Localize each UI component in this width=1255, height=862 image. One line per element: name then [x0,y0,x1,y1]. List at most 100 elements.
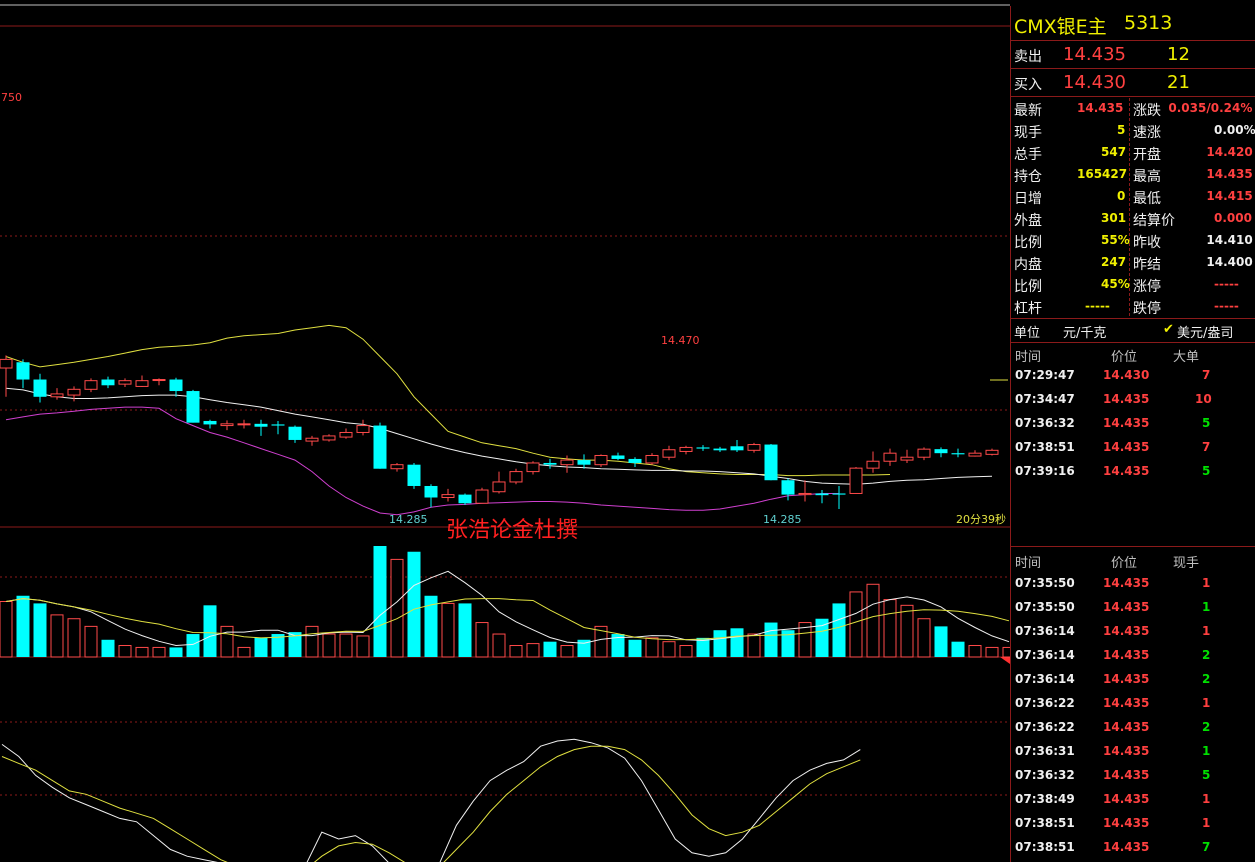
order-price: 14.435 [1103,440,1150,454]
tick-volume: 5 [1202,768,1211,782]
candle-body [152,379,166,382]
volume-bar [322,633,336,658]
candle-body [492,481,506,493]
stat-label: 最新 [1014,103,1042,119]
chart-area[interactable]: 750 14.470 14.285 14.285 20分39秒 张浩论金杜撰 [0,0,1010,862]
volume-bar [645,637,659,658]
order-volume: 7 [1202,368,1211,382]
low-price-label: 14.285 [389,513,428,526]
column-header: 时间 [1015,556,1042,571]
unit-label: 单位 [1014,326,1041,341]
candle-body [33,379,47,397]
stat-value: 0.000 [1214,211,1252,225]
stat-label: 涨跌 [1133,103,1161,119]
candle-body [237,423,251,426]
candle-body [16,362,30,380]
candle-body [118,380,132,385]
stat-value: 165427 [1077,167,1128,181]
volume-bar [764,622,778,657]
sell-row: 卖出 14.435 12 [1011,42,1255,68]
stat-label: 内盘 [1014,257,1042,273]
candle-body [628,458,642,463]
candle-body [849,467,863,494]
candle-body [271,424,285,426]
candle-body [186,391,200,423]
candle-body [254,423,268,427]
volume-bar [33,603,47,657]
candle-body [458,494,472,504]
candle-body [713,448,727,451]
tick-price: 14.435 [1103,672,1150,686]
volume-bar [220,625,234,658]
candle-body [67,388,81,396]
candle-body [50,393,64,398]
candle-body [373,425,387,469]
tick-time: 07:38:51 [1015,816,1075,830]
volume-bar [900,604,914,658]
stat-value: 14.415 [1206,189,1253,203]
candle-body [407,464,421,486]
candle-body [662,449,676,458]
tick-volume: 1 [1202,600,1211,614]
candle-body [203,420,217,425]
volume-bar [662,641,676,658]
buy-label: 买入 [1014,77,1042,93]
low-price-label: 14.285 [763,513,802,526]
volume-bar [951,641,965,657]
tick-time: 07:36:22 [1015,720,1075,734]
candle-body [594,454,608,466]
buy-row: 买入 14.430 21 [1011,70,1255,96]
tick-time: 07:36:32 [1015,768,1075,782]
volume-bar [186,634,200,657]
volume-bar [1002,646,1010,658]
volume-bar [441,602,455,658]
tick-volume: 2 [1202,648,1211,662]
stat-value: 247 [1101,255,1127,269]
order-price: 14.435 [1103,464,1150,478]
candle-body [475,489,489,504]
volume-bar [730,628,744,657]
volume-bar [917,618,931,658]
order-volume: 10 [1195,392,1212,406]
candle-body [645,454,659,464]
tick-time: 07:36:22 [1015,696,1075,710]
candle-body [679,446,693,452]
mid-band-line [5,387,993,485]
tick-time: 07:38:51 [1015,840,1075,854]
stat-value: 547 [1101,145,1127,159]
volume-bar [169,647,183,657]
stat-value: 14.410 [1206,233,1253,247]
tick-time: 07:35:50 [1015,576,1075,590]
tick-volume: 2 [1202,720,1211,734]
candle-body [441,494,455,498]
countdown-label: 20分39秒 [956,512,1006,526]
stat-label: 昨收 [1133,235,1161,251]
unit-option[interactable]: 美元/盎司 [1177,322,1233,341]
order-volume: 5 [1202,416,1211,430]
volume-bar [713,630,727,657]
tick-time: 07:36:14 [1015,648,1075,662]
volume-bar [628,639,642,657]
kline-chart[interactable]: 750 14.470 14.285 14.285 20分39秒 [0,0,1010,862]
unit-value[interactable]: 元/千克 [1063,322,1106,341]
upper-band-line [5,324,891,477]
volume-bar [526,643,540,658]
order-volume: 5 [1202,464,1211,478]
stat-value: 5 [1117,123,1126,137]
candle-body [781,480,795,495]
tick-volume: 1 [1202,624,1211,638]
stat-value: ----- [1085,299,1110,313]
stat-label: 日增 [1014,191,1042,207]
volume-bar [475,622,489,658]
stat-value: 55% [1101,233,1130,247]
order-price: 14.430 [1103,368,1150,382]
candle-body [798,492,812,496]
candle-body [730,446,744,451]
stat-label: 最低 [1133,191,1161,207]
volume-bar [458,603,472,657]
volume-bar [832,603,846,657]
stat-label: 比例 [1014,235,1042,251]
stat-value: 14.400 [1206,255,1253,269]
stat-value: 14.435 [1077,101,1124,115]
volume-bar [101,639,115,657]
